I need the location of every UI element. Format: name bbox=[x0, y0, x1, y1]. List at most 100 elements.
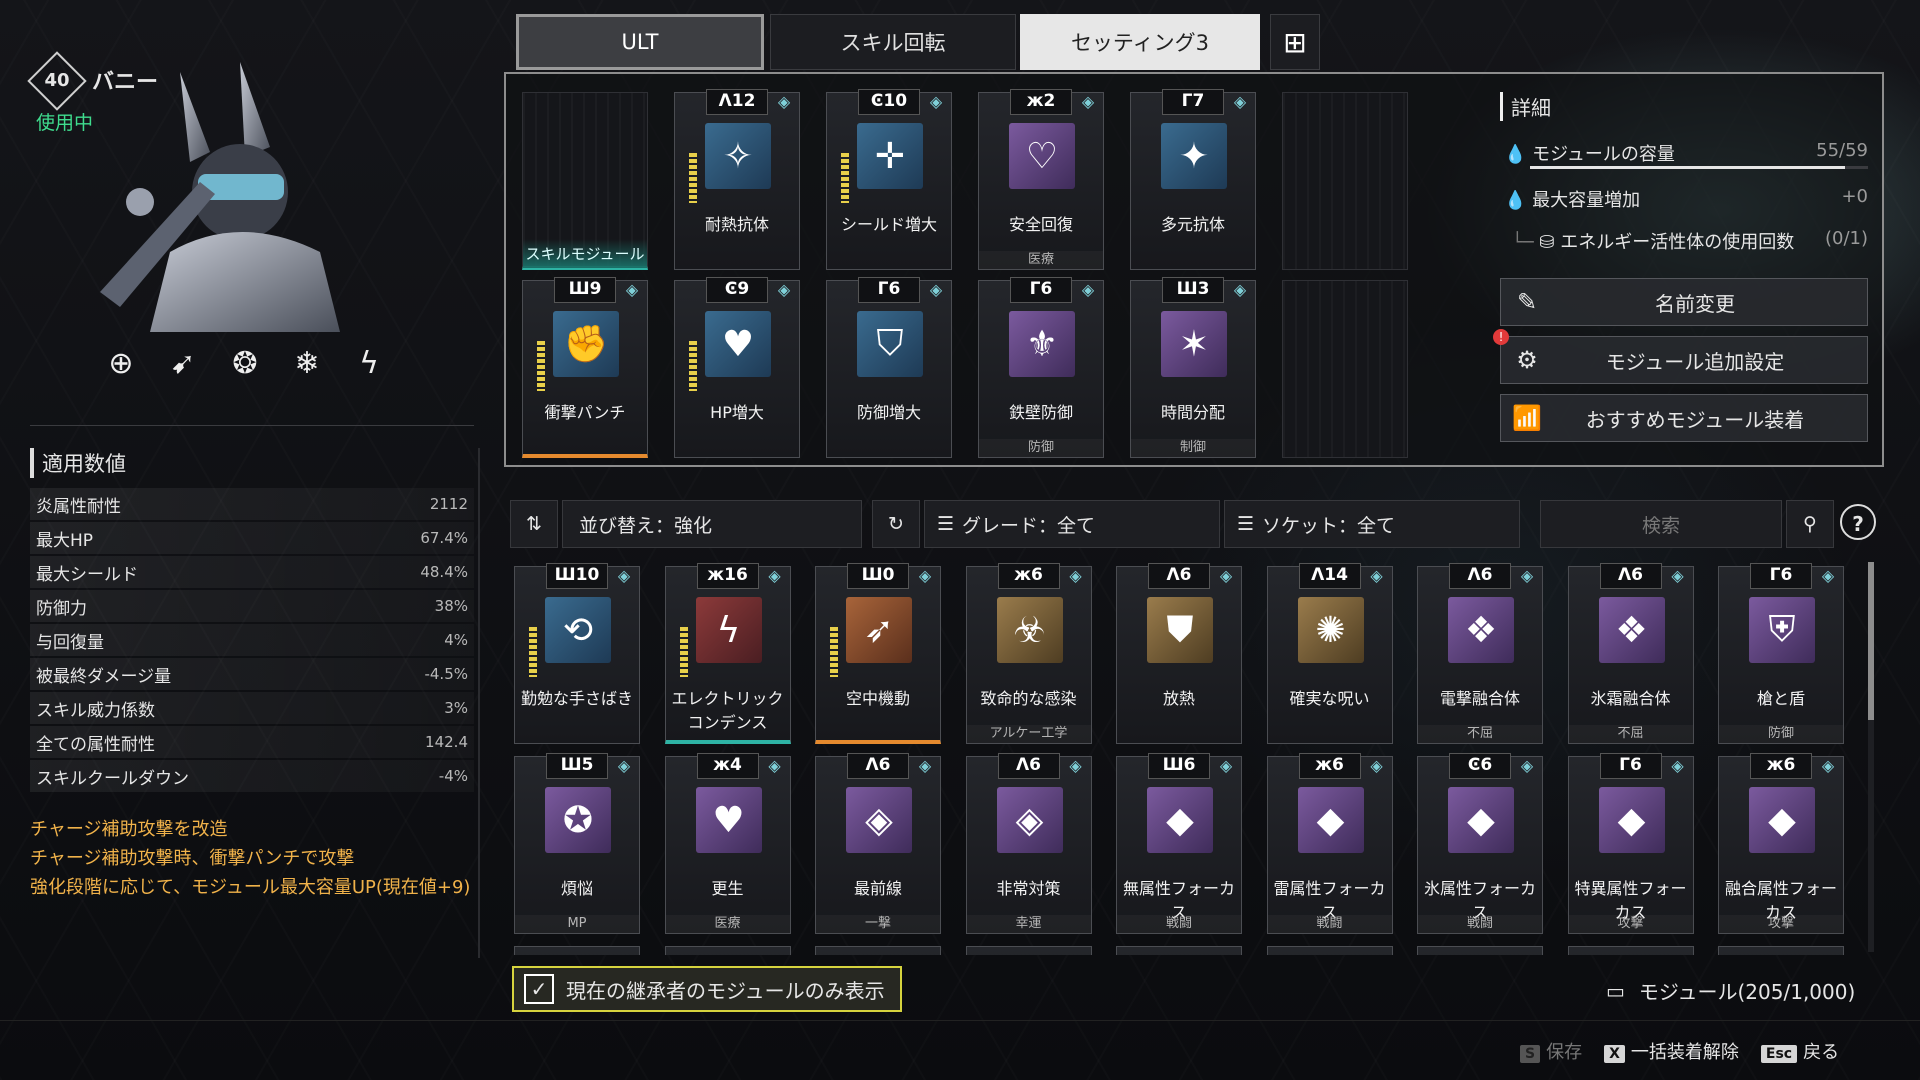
module-card[interactable]: Λ14 ◈ ✺ 確実な呪い bbox=[1266, 563, 1393, 744]
tab-skill-rotation[interactable]: スキル回転 bbox=[770, 14, 1016, 70]
module-name: 更生 bbox=[711, 879, 744, 898]
module-card[interactable]: ж2 ◈ ♡ 安全回復 医療 bbox=[978, 89, 1104, 270]
add-setting-button[interactable]: ⊞ bbox=[1270, 14, 1320, 70]
module-card[interactable] bbox=[965, 946, 1092, 955]
module-card[interactable] bbox=[514, 946, 640, 955]
module-capacity: ж4 bbox=[696, 753, 759, 779]
module-card[interactable]: Ш3 ◈ ✶ 時間分配 制御 bbox=[1130, 277, 1256, 458]
search-input[interactable]: 検索 bbox=[1540, 500, 1782, 548]
module-tag: 戦闘 bbox=[1418, 915, 1542, 933]
module-card[interactable] bbox=[1116, 946, 1242, 955]
module-capacity: Λ14 bbox=[1298, 563, 1361, 589]
module-name: 衝撃パンチ bbox=[544, 403, 626, 422]
module-icon: ⟲ bbox=[545, 597, 611, 663]
module-tag: MP bbox=[515, 915, 639, 933]
module-card[interactable] bbox=[1567, 946, 1694, 955]
module-card[interactable]: Ͼ10 ◈ ✛ シールド増大 bbox=[826, 89, 952, 270]
socket-icon: ◈ bbox=[1821, 566, 1835, 585]
module-card[interactable]: Γ6 ◈ ◆ 特異属性フォーカス 攻撃 bbox=[1567, 753, 1694, 934]
socket-icon: ◈ bbox=[1370, 756, 1383, 775]
enhance-gauge bbox=[689, 153, 697, 203]
module-icon: ◆ bbox=[1448, 787, 1514, 853]
module-card[interactable]: ж4 ◈ ♥ 更生 医療 bbox=[664, 753, 791, 934]
skill-module-slot[interactable]: スキルモジュール bbox=[522, 92, 648, 270]
module-capacity: Ͼ9 bbox=[706, 277, 768, 303]
current-heir-filter-checkbox[interactable]: ✓ 現在の継承者のモジュールのみ表示 bbox=[512, 966, 902, 1012]
module-card[interactable] bbox=[664, 946, 791, 955]
socket-icon: ◈ bbox=[617, 756, 631, 775]
module-tag: 医療 bbox=[979, 251, 1103, 269]
module-card[interactable]: Ш9 ◈ ✊ 衝撃パンチ bbox=[522, 277, 648, 458]
empty-module-slot[interactable] bbox=[1282, 92, 1408, 270]
enhance-gauge bbox=[537, 341, 545, 391]
empty-module-slot[interactable] bbox=[1282, 280, 1408, 458]
back-action[interactable]: Esc 戻る bbox=[1760, 1038, 1839, 1064]
module-card[interactable]: Ш10 ◈ ⟲ 勤勉な手さばき bbox=[514, 563, 640, 744]
tab-ult[interactable]: ULT bbox=[516, 14, 764, 70]
stat-row: 全ての属性耐性 142.4 bbox=[30, 726, 474, 758]
module-card[interactable]: Ш6 ◈ ◆ 無属性フォーカス 戦闘 bbox=[1116, 753, 1242, 934]
module-icon: ⚜ bbox=[1009, 311, 1075, 377]
inventory-scrollbar[interactable] bbox=[1868, 562, 1874, 952]
module-card[interactable] bbox=[1718, 946, 1844, 955]
recommend-button[interactable]: 📶 おすすめモジュール装着 bbox=[1500, 394, 1868, 442]
module-capacity: Ͼ10 bbox=[858, 89, 920, 115]
socket-icon: ◈ bbox=[1370, 566, 1383, 585]
capacity-value: 55/59 bbox=[1816, 140, 1868, 161]
save-action[interactable]: S 保存 bbox=[1520, 1038, 1582, 1064]
module-name: 致命的な感染 bbox=[980, 689, 1077, 708]
help-button[interactable]: ? bbox=[1840, 504, 1876, 540]
module-card[interactable]: Λ6 ◈ ⛊ 放熱 bbox=[1116, 563, 1242, 744]
stat-label: スキル威力係数 bbox=[36, 700, 155, 721]
module-card[interactable]: Λ12 ◈ ✧ 耐熱抗体 bbox=[674, 89, 800, 270]
socket-dropdown[interactable]: ☰ ソケット：全て bbox=[1224, 500, 1520, 548]
module-card[interactable]: Ш5 ◈ ✪ 煩悩 MP bbox=[514, 753, 640, 934]
reset-filter-button[interactable]: ↻ bbox=[872, 500, 920, 548]
module-card[interactable]: Ш0 ◈ ➶ 空中機動 bbox=[815, 563, 941, 744]
module-card[interactable]: Ͼ6 ◈ ◆ 氷属性フォーカス 戦闘 bbox=[1417, 753, 1543, 934]
module-icon: ⛊ bbox=[1147, 597, 1213, 663]
module-card[interactable]: Λ6 ◈ ◈ 最前線 一撃 bbox=[815, 753, 941, 934]
module-card[interactable] bbox=[815, 946, 941, 955]
module-icon: ♥ bbox=[695, 787, 762, 853]
module-tag: 幸運 bbox=[966, 915, 1091, 933]
module-icon: ⛉ bbox=[857, 311, 923, 377]
search-icon: ⚲ bbox=[1803, 513, 1817, 535]
module-card[interactable]: Γ6 ◈ ⛨ 槍と盾 防御 bbox=[1718, 563, 1844, 744]
grade-dropdown[interactable]: ☰ グレード：全て bbox=[924, 500, 1220, 548]
scrollbar-thumb[interactable] bbox=[1868, 562, 1874, 720]
module-capacity: Γ6 bbox=[1599, 753, 1662, 779]
extra-settings-button[interactable]: ! ⚙ モジュール追加設定 bbox=[1493, 329, 1868, 384]
stats-title: 適用数値 bbox=[30, 448, 126, 478]
unequip-all-action[interactable]: X 一括装着解除 bbox=[1604, 1038, 1739, 1064]
module-name: 非常対策 bbox=[996, 879, 1061, 898]
module-name: エレクトリックコンデンス bbox=[671, 689, 784, 732]
module-capacity: Ш5 bbox=[546, 753, 608, 779]
module-card[interactable] bbox=[1417, 946, 1543, 955]
module-card[interactable]: Γ6 ◈ ⛉ 防御増大 bbox=[826, 277, 952, 458]
module-tag: 防御 bbox=[979, 439, 1103, 457]
module-card[interactable]: Λ6 ◈ ❖ 氷霜融合体 不屈 bbox=[1567, 563, 1694, 744]
stat-row: スキル威力係数 3% bbox=[30, 692, 474, 724]
module-card[interactable]: Λ6 ◈ ❖ 電撃融合体 不屈 bbox=[1417, 563, 1543, 744]
socket-icon: ◈ bbox=[1233, 92, 1247, 111]
module-card[interactable]: ж6 ◈ ☣ 致命的な感染 アルケー工学 bbox=[965, 563, 1092, 744]
module-card[interactable]: ж6 ◈ ◆ 雷属性フォーカス 戦闘 bbox=[1266, 753, 1393, 934]
tab-setting-3[interactable]: セッティング3 bbox=[1020, 14, 1260, 70]
module-card[interactable]: ж6 ◈ ◆ 融合属性フォーカス 攻撃 bbox=[1718, 753, 1844, 934]
module-card[interactable] bbox=[1266, 946, 1393, 955]
module-card[interactable]: ж16 ◈ ϟ エレクトリックコンデンス bbox=[664, 563, 791, 744]
stat-row: 防御力 38% bbox=[30, 590, 474, 622]
sort-dropdown[interactable]: 並び替え：強化 bbox=[562, 500, 862, 548]
module-card[interactable]: Γ6 ◈ ⚜ 鉄壁防御 防御 bbox=[978, 277, 1104, 458]
module-capacity: ж6 bbox=[997, 563, 1060, 589]
search-placeholder: 検索 bbox=[1641, 514, 1680, 537]
module-card[interactable]: Γ7 ◈ ✦ 多元抗体 bbox=[1130, 89, 1256, 270]
module-card[interactable]: Λ6 ◈ ◈ 非常対策 幸運 bbox=[965, 753, 1092, 934]
rename-button[interactable]: ✎ 名前変更 bbox=[1500, 278, 1868, 326]
divider bbox=[0, 1020, 1920, 1021]
search-button[interactable]: ⚲ bbox=[1786, 500, 1834, 548]
module-card[interactable]: Ͼ9 ◈ ♥ HP増大 bbox=[674, 277, 800, 458]
sort-order-button[interactable]: ⇅ bbox=[510, 500, 558, 548]
stat-value: 3% bbox=[444, 699, 468, 717]
